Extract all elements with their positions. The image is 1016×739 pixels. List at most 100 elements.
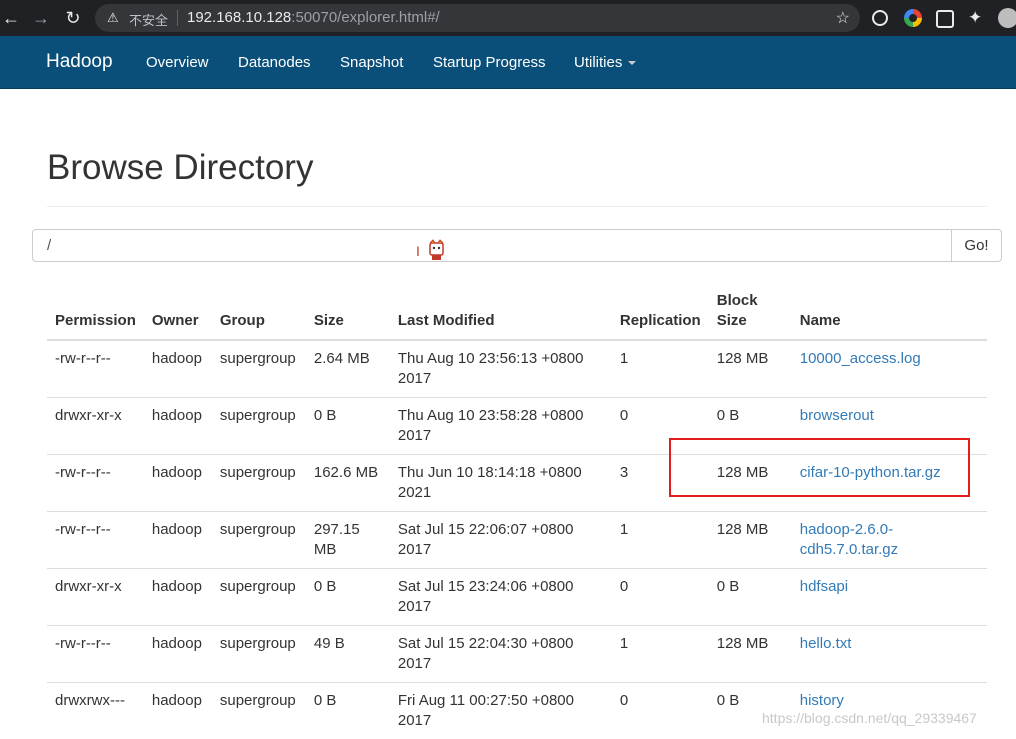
- text-cursor-icon: I: [416, 243, 420, 259]
- col-block-size[interactable]: Block Size: [709, 283, 792, 340]
- cell-group: supergroup: [212, 398, 306, 455]
- cell-block-size: 128 MB: [709, 340, 792, 398]
- caret-down-icon: [628, 61, 636, 65]
- col-name[interactable]: Name: [792, 283, 987, 340]
- profile-avatar[interactable]: [998, 8, 1016, 28]
- table-row: -rw-r--r-- hadoop supergroup 2.64 MB Thu…: [47, 340, 987, 398]
- col-permission[interactable]: Permission: [47, 283, 144, 340]
- directory-link[interactable]: hdfsapi: [800, 578, 848, 595]
- directory-link[interactable]: browserout: [800, 407, 874, 424]
- cell-permission: -rw-r--r--: [47, 512, 144, 569]
- directory-link[interactable]: history: [800, 692, 844, 709]
- address-bar[interactable]: ⚠ 不安全 192.168.10.128:50070/explorer.html…: [95, 4, 860, 32]
- cell-owner: hadoop: [144, 455, 212, 512]
- cell-owner: hadoop: [144, 512, 212, 569]
- directory-path-field[interactable]: [32, 229, 953, 262]
- nav-utilities[interactable]: Utilities: [574, 54, 636, 71]
- file-link[interactable]: hello.txt: [800, 635, 852, 652]
- url-path: :50070/explorer.html#/: [291, 9, 439, 26]
- extension-face-icon[interactable]: [936, 10, 954, 28]
- chrome-icon[interactable]: [904, 9, 922, 27]
- cell-size: 0 B: [306, 569, 390, 626]
- cell-group: supergroup: [212, 569, 306, 626]
- table-row: -rw-r--r-- hadoop supergroup 49 B Sat Ju…: [47, 626, 987, 683]
- cell-block-size: 0 B: [709, 569, 792, 626]
- cell-replication: 1: [612, 626, 709, 683]
- back-icon[interactable]: ←: [0, 7, 22, 29]
- table-header-row: Permission Owner Group Size Last Modifie…: [47, 283, 987, 340]
- col-group[interactable]: Group: [212, 283, 306, 340]
- cell-replication: 0: [612, 569, 709, 626]
- cell-permission: drwxrwx---: [47, 683, 144, 739]
- cell-owner: hadoop: [144, 683, 212, 739]
- title-divider: [47, 206, 987, 207]
- cell-block-size: 128 MB: [709, 626, 792, 683]
- cell-replication: 1: [612, 340, 709, 398]
- extension-bulb-icon[interactable]: [872, 10, 888, 26]
- cell-last-modified: Thu Aug 10 23:58:28 +0800 2017: [390, 398, 612, 455]
- cell-owner: hadoop: [144, 626, 212, 683]
- cell-group: supergroup: [212, 512, 306, 569]
- address-divider: [177, 10, 178, 26]
- extensions-puzzle-icon[interactable]: ✦: [968, 9, 986, 27]
- cell-permission: drwxr-xr-x: [47, 569, 144, 626]
- nav-utilities-label: Utilities: [574, 54, 622, 71]
- cell-group: supergroup: [212, 626, 306, 683]
- nav-startup-progress[interactable]: Startup Progress: [433, 54, 546, 71]
- cell-group: supergroup: [212, 683, 306, 739]
- warning-icon[interactable]: ⚠: [107, 10, 119, 26]
- cat-cursor-icon: [428, 239, 445, 261]
- file-link[interactable]: hadoop-2.6.0-cdh5.7.0.tar.gz: [800, 521, 898, 558]
- cell-size: 0 B: [306, 683, 390, 739]
- cell-permission: -rw-r--r--: [47, 455, 144, 512]
- nav-snapshot[interactable]: Snapshot: [340, 54, 403, 71]
- cell-size: 0 B: [306, 398, 390, 455]
- page-title: Browse Directory: [47, 148, 313, 188]
- cell-name: 10000_access.log: [792, 340, 987, 398]
- forward-icon[interactable]: →: [30, 7, 52, 29]
- url-text[interactable]: 192.168.10.128:50070/explorer.html#/: [187, 9, 440, 26]
- go-button[interactable]: Go!: [951, 229, 1002, 262]
- cell-replication: 1: [612, 512, 709, 569]
- cell-group: supergroup: [212, 455, 306, 512]
- cell-replication: 0: [612, 683, 709, 739]
- watermark-text: https://blog.csdn.net/qq_29339467: [762, 710, 977, 726]
- col-replication[interactable]: Replication: [612, 283, 709, 340]
- cell-group: supergroup: [212, 340, 306, 398]
- highlight-annotation-box: [669, 438, 970, 497]
- file-link[interactable]: 10000_access.log: [800, 350, 921, 367]
- cell-owner: hadoop: [144, 340, 212, 398]
- brand-link[interactable]: Hadoop: [46, 51, 113, 73]
- cell-last-modified: Thu Aug 10 23:56:13 +0800 2017: [390, 340, 612, 398]
- cell-permission: drwxr-xr-x: [47, 398, 144, 455]
- cell-last-modified: Fri Aug 11 00:27:50 +0800 2017: [390, 683, 612, 739]
- reload-icon[interactable]: ↻: [62, 7, 84, 29]
- url-host: 192.168.10.128: [187, 9, 291, 26]
- nav-datanodes[interactable]: Datanodes: [238, 54, 311, 71]
- cell-last-modified: Sat Jul 15 22:06:07 +0800 2017: [390, 512, 612, 569]
- cell-block-size: 128 MB: [709, 512, 792, 569]
- table-row: drwxr-xr-x hadoop supergroup 0 B Sat Jul…: [47, 569, 987, 626]
- col-size[interactable]: Size: [306, 283, 390, 340]
- cell-size: 49 B: [306, 626, 390, 683]
- directory-path-input[interactable]: [45, 230, 929, 261]
- cell-name: hello.txt: [792, 626, 987, 683]
- cell-owner: hadoop: [144, 398, 212, 455]
- col-last-modified[interactable]: Last Modified: [390, 283, 612, 340]
- cell-last-modified: Sat Jul 15 23:24:06 +0800 2017: [390, 569, 612, 626]
- nav-overview[interactable]: Overview: [146, 54, 209, 71]
- cell-name: hdfsapi: [792, 569, 987, 626]
- table-row: -rw-r--r-- hadoop supergroup 297.15 MB S…: [47, 512, 987, 569]
- cell-last-modified: Sat Jul 15 22:04:30 +0800 2017: [390, 626, 612, 683]
- cell-size: 162.6 MB: [306, 455, 390, 512]
- col-owner[interactable]: Owner: [144, 283, 212, 340]
- directory-table: Permission Owner Group Size Last Modifie…: [47, 283, 987, 739]
- insecure-label[interactable]: 不安全: [129, 10, 168, 29]
- cell-permission: -rw-r--r--: [47, 340, 144, 398]
- bookmark-star-icon[interactable]: ☆: [836, 8, 850, 28]
- cell-name: hadoop-2.6.0-cdh5.7.0.tar.gz: [792, 512, 987, 569]
- browser-toolbar: ← → ↻ ⚠ 不安全 192.168.10.128:50070/explore…: [0, 0, 1016, 36]
- cell-size: 297.15 MB: [306, 512, 390, 569]
- hadoop-navbar: Hadoop Overview Datanodes Snapshot Start…: [0, 36, 1016, 89]
- cell-owner: hadoop: [144, 569, 212, 626]
